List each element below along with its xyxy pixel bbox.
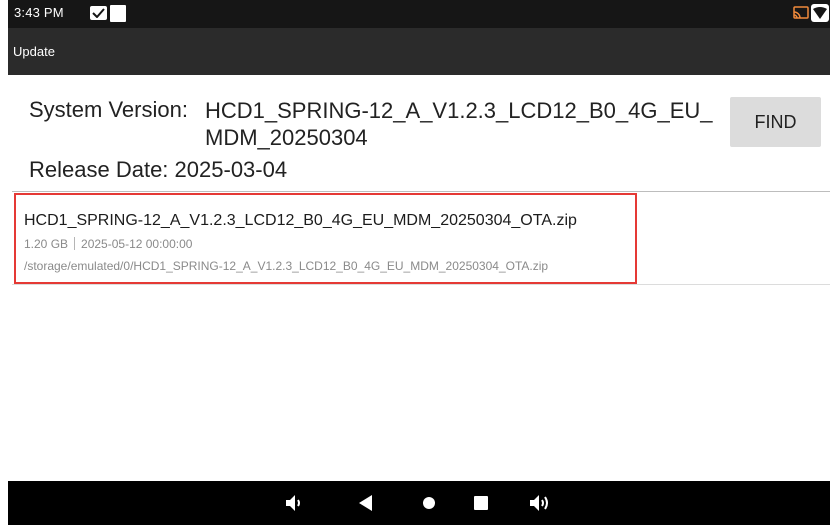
file-size: 1.20 GB <box>24 237 69 251</box>
wifi-icon <box>811 4 829 22</box>
divider <box>12 191 830 192</box>
recents-icon[interactable] <box>470 492 492 514</box>
list-divider <box>12 284 830 285</box>
system-version-value: HCD1_SPRING-12_A_V1.2.3_LCD12_B0_4G_EU_M… <box>205 98 713 150</box>
status-bar: 3:43 PM <box>8 0 830 28</box>
system-version-label: System Version: <box>29 97 188 122</box>
release-date: Release Date: 2025-03-04 <box>29 157 287 183</box>
cast-icon <box>793 6 809 20</box>
back-icon[interactable] <box>355 492 377 514</box>
find-button[interactable]: FIND <box>730 97 821 147</box>
blank-notification-icon <box>110 5 126 22</box>
app-bar: Update <box>8 28 830 75</box>
file-list-item[interactable]: HCD1_SPRING-12_A_V1.2.3_LCD12_B0_4G_EU_M… <box>14 193 637 284</box>
checkmark-notification-icon <box>90 6 107 20</box>
release-date-value: 2025-03-04 <box>174 157 288 182</box>
status-time: 3:43 PM <box>14 5 64 20</box>
file-path: /storage/emulated/0/HCD1_SPRING-12_A_V1.… <box>24 259 549 273</box>
file-meta: 1.20 GB 2025-05-12 00:00:00 <box>24 237 192 251</box>
navigation-bar <box>8 481 830 525</box>
meta-separator <box>74 237 76 250</box>
volume-down-icon[interactable] <box>283 492 305 514</box>
release-date-label: Release Date: <box>29 157 169 182</box>
file-name: HCD1_SPRING-12_A_V1.2.3_LCD12_B0_4G_EU_M… <box>24 212 577 229</box>
app-title: Update <box>13 44 55 59</box>
volume-up-icon[interactable] <box>528 492 550 514</box>
home-icon[interactable] <box>418 492 440 514</box>
file-date: 2025-05-12 00:00:00 <box>81 237 193 251</box>
